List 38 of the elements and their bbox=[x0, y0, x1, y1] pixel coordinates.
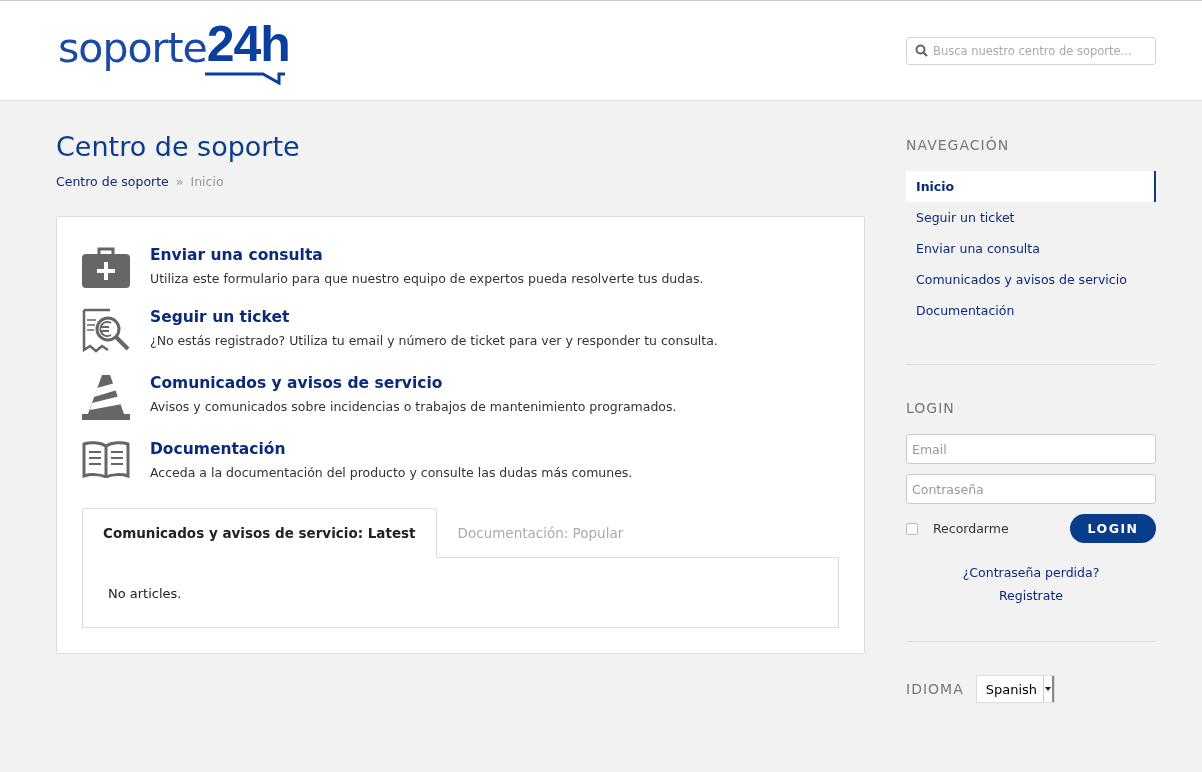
section-description: Utiliza este formulario para que nuestro equipo de expertos pueda resolverte tus dudas. bbox=[150, 271, 704, 286]
open-book-icon bbox=[82, 440, 130, 478]
section-title-link[interactable]: Comunicados y avisos de servicio bbox=[150, 374, 677, 392]
login-link[interactable]: ¿Contraseña perdida? bbox=[962, 565, 1100, 580]
password-field[interactable]: Contraseña bbox=[906, 474, 1156, 504]
section-description: Acceda a la documentación del producto y consulte las dudas más comunes. bbox=[150, 465, 633, 480]
breadcrumb-link[interactable]: Centro de soporte bbox=[56, 174, 169, 189]
language-select[interactable]: Spanish bbox=[975, 675, 1056, 703]
nav-item[interactable]: Inicio bbox=[906, 171, 1156, 202]
receipt-search-icon bbox=[82, 308, 130, 354]
checkbox-label: Recordarme bbox=[933, 521, 1009, 536]
section-title-link[interactable]: Enviar una consulta bbox=[150, 246, 704, 264]
remember-checkbox[interactable] bbox=[906, 522, 918, 535]
empty-message: No articles. bbox=[108, 586, 182, 601]
breadcrumb-separator: » bbox=[175, 174, 184, 189]
nav-item[interactable]: Enviar una consulta bbox=[906, 233, 1156, 264]
search-icon bbox=[915, 44, 928, 57]
nav-item[interactable]: Comunicados y avisos de servicio bbox=[906, 264, 1156, 295]
page-title: Centro de soporte bbox=[56, 131, 301, 162]
login-link[interactable]: Registrate bbox=[999, 588, 1063, 603]
search-field[interactable]: Busca nuestro centro de soporte... bbox=[906, 36, 1156, 65]
section-description: ¿No estás registrado? Utiliza tu email y número de ticket para ver y responder tu consulta. bbox=[150, 333, 718, 348]
login-button[interactable]: LOGIN bbox=[1070, 514, 1156, 543]
section-title-link[interactable]: Documentación bbox=[150, 440, 633, 458]
nav-item[interactable]: Seguir un ticket bbox=[906, 202, 1156, 233]
breadcrumb-current: Inicio bbox=[190, 174, 224, 189]
email-field[interactable]: Email bbox=[906, 434, 1156, 464]
medical-kit-icon bbox=[82, 246, 130, 288]
sidebar-heading: IDIOMA bbox=[906, 681, 964, 697]
sidebar-heading: NAVEGACIÓN bbox=[906, 137, 1011, 153]
section-description: Avisos y comunicados sobre incidencias o trabajos de mantenimiento programados. bbox=[150, 399, 677, 414]
caret-icon bbox=[1045, 687, 1052, 691]
nav-item[interactable]: Documentación bbox=[906, 295, 1156, 326]
section-title-link[interactable]: Seguir un ticket bbox=[150, 308, 718, 326]
tab[interactable]: Comunicados y avisos de servicio: Latest bbox=[82, 508, 437, 558]
logo[interactable]: soporte24h bbox=[58, 18, 294, 87]
sidebar-heading: LOGIN bbox=[906, 400, 956, 416]
traffic-cone-icon bbox=[82, 374, 130, 420]
